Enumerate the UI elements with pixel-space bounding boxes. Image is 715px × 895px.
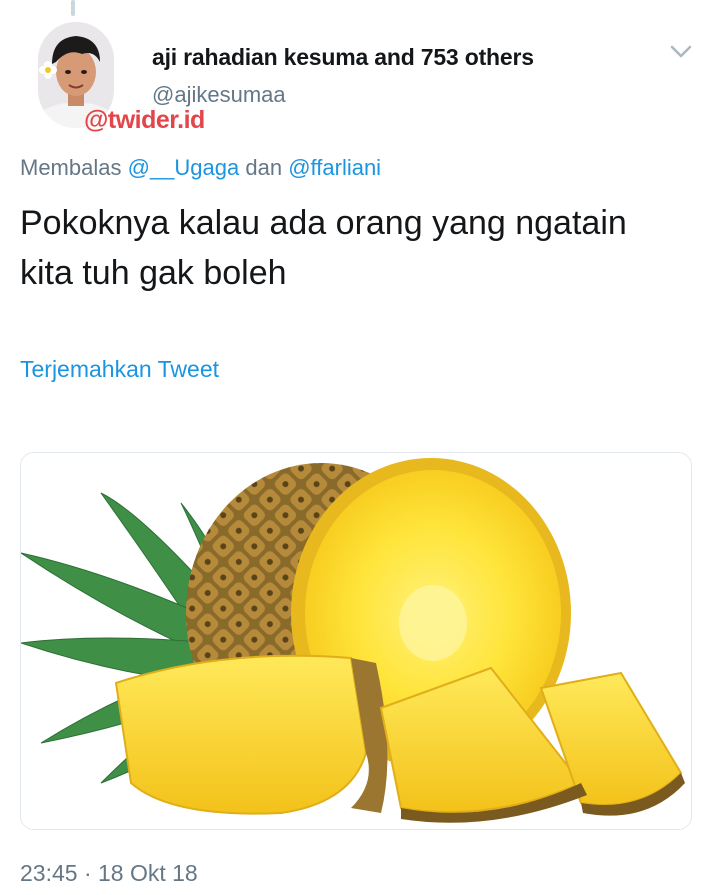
tweet-header: aji rahadian kesuma and 753 others @ajik… <box>0 0 715 140</box>
translate-tweet-link[interactable]: Terjemahkan Tweet <box>20 356 219 383</box>
watermark-label: @twider.id <box>84 106 205 134</box>
tweet-timestamp[interactable]: 23:45 · 18 Okt 18 <box>20 860 198 887</box>
reply-prefix: Membalas <box>20 155 122 180</box>
reply-joiner: dan <box>245 155 283 180</box>
reply-mention-ugaga[interactable]: @__Ugaga <box>128 155 240 180</box>
author-name[interactable]: aji rahadian kesuma and 753 others <box>152 44 534 71</box>
reply-context: Membalas @__Ugaga dan @ffarliani <box>20 155 381 181</box>
author-handle[interactable]: @ajikesumaa <box>152 82 286 108</box>
pineapple-image[interactable] <box>20 452 692 830</box>
chevron-down-icon[interactable] <box>668 38 694 64</box>
tweet-text: Pokoknya kalau ada orang yang ngatain ki… <box>20 204 627 292</box>
reply-mention-ffarliani[interactable]: @ffarliani <box>288 155 381 180</box>
pineapple-illustration <box>21 453 691 829</box>
